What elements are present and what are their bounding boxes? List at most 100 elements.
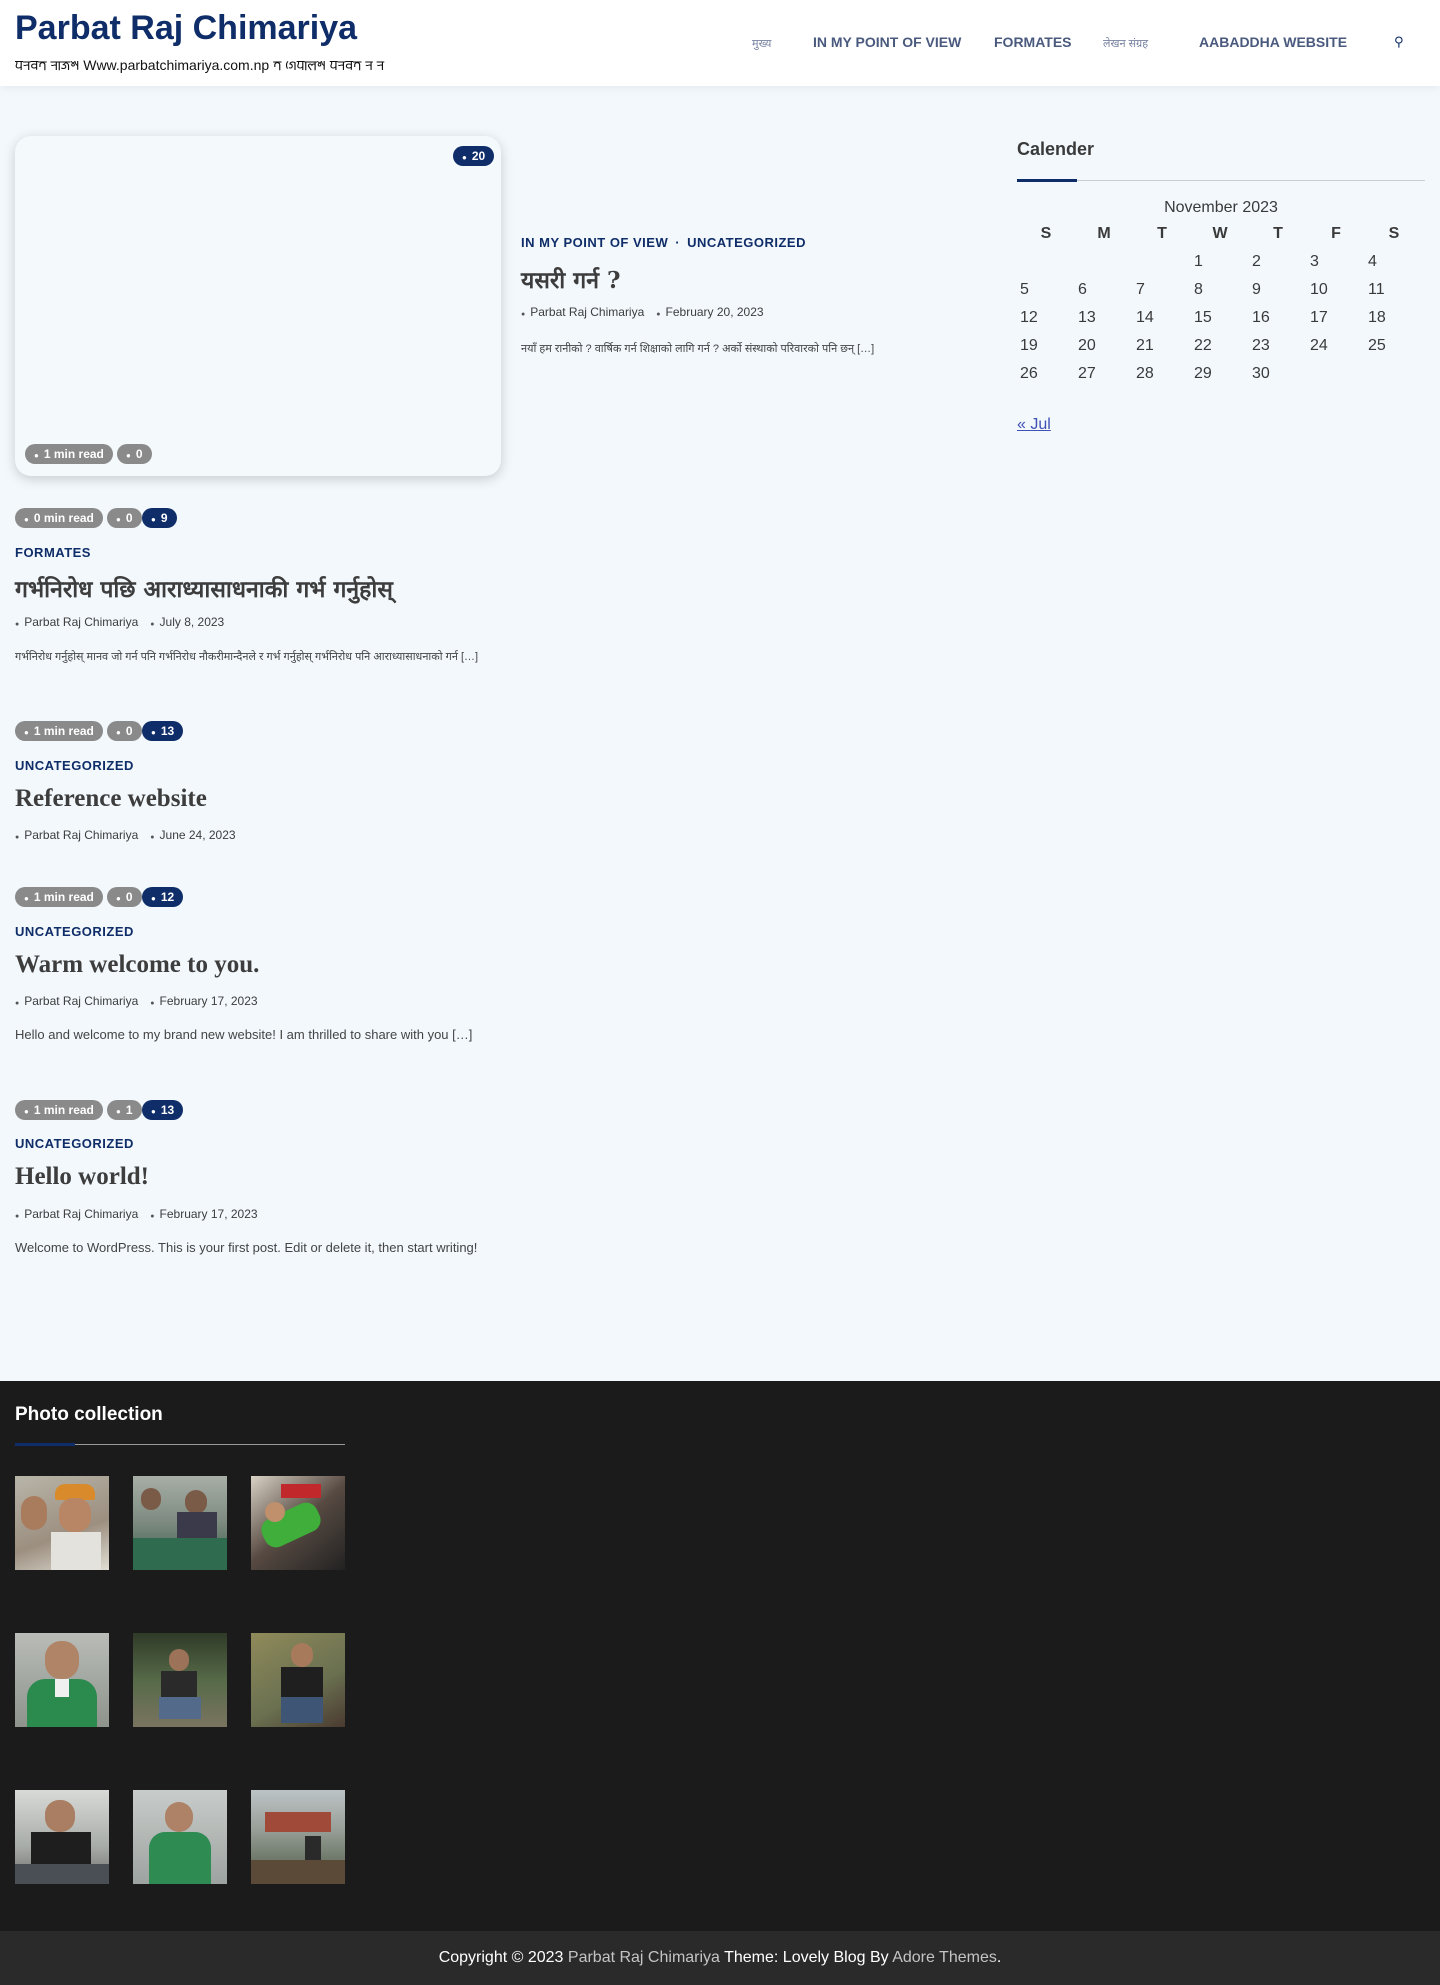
post-title[interactable]: गर्भनिरोध पछि आराध्यासाधनाकी गर्भ गर्नुह…	[15, 572, 393, 604]
post-date[interactable]: July 8, 2023	[160, 615, 225, 629]
nav-item-home[interactable]: मुख्य	[752, 36, 771, 51]
comments-badge: ● 0	[107, 721, 142, 741]
calendar-weekday: S	[1040, 225, 1052, 242]
post-excerpt: Hello and welcome to my brand new websit…	[15, 1027, 473, 1042]
calendar-icon: ●	[150, 621, 155, 628]
post-author[interactable]: Parbat Raj Chimariya	[24, 1207, 138, 1221]
calendar-day: 23	[1252, 337, 1270, 354]
calendar-widget-title: Calender	[1017, 139, 1095, 159]
calendar-day: 25	[1368, 337, 1386, 354]
site-tagline: 𑐥𑐬𑐧𑐟 𑐬𑐵𑐖𑐱 Www.parbatchimariya.com.np 𑐟 𑐐…	[15, 57, 385, 73]
calendar-day: 3	[1310, 253, 1319, 270]
calendar-day: 12	[1020, 309, 1038, 326]
nav-item-in-my-point-of-view[interactable]: In my point of view	[813, 34, 961, 50]
read-time-text: 1 min read	[43, 447, 104, 461]
featured-post-title[interactable]: यसरी गर्न ?	[521, 263, 620, 295]
gallery-photo[interactable]	[133, 1476, 227, 1570]
calendar-day: 24	[1310, 337, 1328, 354]
theme-author-link[interactable]: Adore Themes	[892, 1949, 997, 1966]
calendar-weekday: S	[1388, 225, 1400, 242]
footer-widgets: Photo collection	[0, 1381, 1440, 1931]
calendar-day: 1	[1194, 253, 1203, 270]
category-link[interactable]: In my point of view	[521, 235, 668, 250]
gallery-photo[interactable]	[251, 1476, 345, 1570]
comments-badge: ● 1	[107, 1100, 142, 1120]
site-title[interactable]: Parbat Raj Chimariya	[15, 9, 357, 48]
comments-badge: ● 0	[117, 444, 152, 464]
calendar-icon: ●	[150, 834, 155, 841]
calendar-day: 13	[1078, 309, 1096, 326]
calendar-weekday: M	[1097, 225, 1111, 242]
gallery-photo[interactable]	[15, 1476, 109, 1570]
search-icon[interactable]: ⚲	[1394, 34, 1404, 50]
comment-icon: ●	[116, 728, 121, 737]
user-icon: ●	[15, 1000, 20, 1007]
calendar-day: 18	[1368, 309, 1386, 326]
views-badge: ● 9	[142, 508, 177, 528]
read-time-text: 1 min read	[33, 890, 94, 904]
views-count: 13	[160, 1103, 175, 1117]
calendar-prev-link[interactable]: « Jul	[1017, 416, 1051, 434]
clock-icon: ●	[24, 1107, 29, 1116]
calendar-day: 26	[1020, 365, 1038, 382]
post-category[interactable]: Formates	[15, 545, 91, 560]
post-author[interactable]: Parbat Raj Chimariya	[24, 994, 138, 1008]
post-title[interactable]: Reference website	[15, 785, 207, 813]
calendar-day: 9	[1252, 281, 1261, 298]
category-separator: ·	[675, 235, 681, 250]
gallery-photo[interactable]	[15, 1633, 109, 1727]
featured-post-image[interactable]: ● 20 ● 1 min read ● 0	[15, 136, 501, 476]
category-link[interactable]: Uncategorized	[687, 235, 806, 250]
views-count: 20	[471, 149, 486, 163]
post-title[interactable]: Hello world!	[15, 1163, 149, 1191]
nav-item-aabaddha-website[interactable]: Aabaddha website	[1199, 34, 1347, 50]
featured-post-excerpt: नयाँ हम रानीको ? वार्षिक गर्न शिक्षाको ल…	[521, 343, 875, 355]
comment-icon: ●	[116, 1107, 121, 1116]
comments-count: 0	[125, 724, 133, 738]
calendar-day: 19	[1020, 337, 1038, 354]
gallery-photo[interactable]	[15, 1790, 109, 1884]
read-time-text: 1 min read	[33, 1103, 94, 1117]
post-category[interactable]: Uncategorized	[15, 924, 134, 939]
calendar-day: 17	[1310, 309, 1328, 326]
calendar-icon: ●	[150, 1213, 155, 1220]
calendar-weekday: T	[1157, 225, 1167, 242]
post-date[interactable]: June 24, 2023	[160, 828, 236, 842]
clock-icon: ●	[24, 515, 29, 524]
views-count: 12	[160, 890, 175, 904]
nav-item-formates[interactable]: Formates	[994, 34, 1072, 50]
eye-icon: ●	[151, 728, 156, 737]
post-category[interactable]: Uncategorized	[15, 1136, 134, 1151]
gallery-photo[interactable]	[251, 1790, 345, 1884]
read-time-text: 0 min read	[33, 511, 94, 525]
user-icon: ●	[15, 621, 20, 628]
calendar-day: 8	[1194, 281, 1203, 298]
comments-count: 1	[125, 1103, 133, 1117]
footer-site-link[interactable]: Parbat Raj Chimariya	[568, 1949, 720, 1966]
gallery-photo[interactable]	[133, 1633, 227, 1727]
post-meta: ● Parbat Raj Chimariya ● February 17, 2023	[15, 1207, 258, 1221]
calendar-day: 5	[1020, 281, 1029, 298]
user-icon: ●	[521, 311, 526, 318]
nav-item-writing-collection[interactable]: लेखन संग्रह	[1103, 36, 1148, 51]
calendar-day: 7	[1136, 281, 1145, 298]
calendar-day: 30	[1252, 365, 1270, 382]
theme-text: Theme: Lovely Blog By	[724, 1949, 889, 1966]
post-category[interactable]: Uncategorized	[15, 758, 134, 773]
post-author[interactable]: Parbat Raj Chimariya	[24, 615, 138, 629]
user-icon: ●	[15, 834, 20, 841]
calendar-day: 11	[1368, 281, 1385, 298]
post-date[interactable]: February 17, 2023	[160, 1207, 258, 1221]
calendar-icon: ●	[150, 1000, 155, 1007]
calendar-weekday: T	[1273, 225, 1283, 242]
post-author[interactable]: Parbat Raj Chimariya	[24, 828, 138, 842]
post-author[interactable]: Parbat Raj Chimariya	[530, 305, 644, 319]
post-title[interactable]: Warm welcome to you.	[15, 951, 259, 979]
footer-copyright: Copyright © 2023 Parbat Raj Chimariya Th…	[0, 1931, 1440, 1985]
post-date[interactable]: February 17, 2023	[160, 994, 258, 1008]
eye-icon: ●	[151, 515, 156, 524]
post-date[interactable]: February 20, 2023	[666, 305, 764, 319]
footer-period: .	[996, 1949, 1002, 1966]
gallery-photo[interactable]	[251, 1633, 345, 1727]
gallery-photo[interactable]	[133, 1790, 227, 1884]
